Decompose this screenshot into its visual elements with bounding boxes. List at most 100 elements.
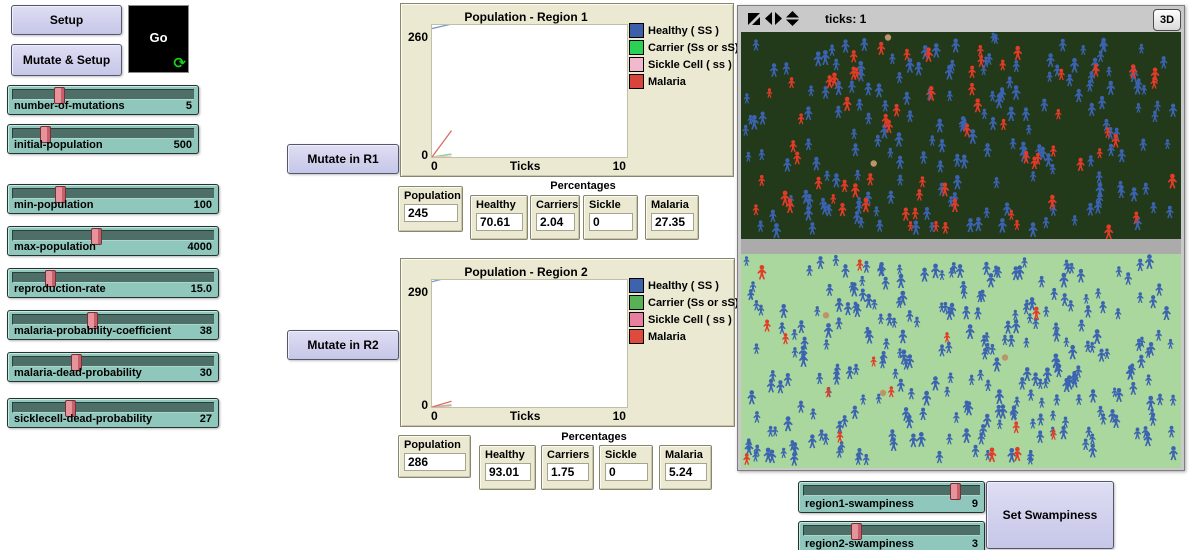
netlogo-interface: Setup Mutate & Setup Go ⟳ number-of-muta…: [0, 0, 1196, 550]
monitor-sickle-r2: Sickle 0: [599, 445, 653, 490]
slider-value: 15.0: [191, 283, 212, 295]
slider-label: malaria-dead-probability: [14, 367, 142, 379]
monitor-carriers-r1: Carriers 2.04: [530, 195, 580, 240]
legend-swatch-healthy: [629, 278, 644, 293]
monitor-population-r1: Population 245: [398, 186, 463, 232]
forever-arrows-icon: ⟳: [173, 54, 186, 72]
slider-malaria-probability-coefficient[interactable]: malaria-probability-coefficient38: [7, 310, 219, 340]
x-axis-min-label: 0: [431, 159, 438, 173]
go-button-label: Go: [129, 30, 188, 45]
slider-track[interactable]: [12, 230, 214, 241]
slider-max-population[interactable]: max-population 4000: [7, 226, 219, 256]
slider-track[interactable]: [12, 188, 214, 199]
monitor-label: Population: [404, 190, 458, 202]
monitor-value: 93.01: [485, 463, 531, 481]
slider-sicklecell-dead-probability[interactable]: sicklecell-dead-probability 27: [7, 398, 219, 428]
setup-button[interactable]: Setup: [11, 5, 122, 35]
slider-value: 4000: [188, 241, 212, 253]
percentages-header-r1: Percentages: [470, 180, 696, 192]
slider-track[interactable]: [803, 525, 980, 536]
legend-label: Healthy ( SS ): [648, 25, 719, 37]
slider-region1-swampiness[interactable]: region1-swampiness9: [798, 481, 985, 513]
slider-label: initial-population: [14, 139, 103, 151]
slider-value: 30: [200, 367, 212, 379]
monitor-value: 5.24: [665, 463, 707, 481]
legend-entry: Carrier (Ss or sS): [629, 294, 738, 311]
y-axis-max-label: 290: [403, 285, 428, 299]
legend-swatch-malaria: [629, 74, 644, 89]
slider-track[interactable]: [12, 356, 214, 367]
legend-entry: Carrier (Ss or sS): [629, 39, 738, 56]
percentages-header-r2: Percentages: [479, 431, 709, 443]
plot-title: Population - Region 1: [411, 10, 641, 24]
slider-value: 27: [200, 413, 212, 425]
legend-swatch-healthy: [629, 23, 644, 38]
slider-track[interactable]: [12, 314, 214, 325]
plot-area: [431, 279, 628, 408]
slider-label: sicklecell-dead-probability: [14, 413, 152, 425]
view-control-strip: ticks: 1 3D: [738, 6, 1184, 31]
monitor-label: Population: [404, 439, 466, 451]
slider-track[interactable]: [12, 89, 194, 100]
slider-label: region2-swampiness: [805, 538, 914, 550]
slider-label: max-population: [14, 241, 96, 253]
legend-entry: Sickle Cell ( ss ): [629, 56, 738, 73]
legend-swatch-sickle: [629, 312, 644, 327]
monitor-label: Healthy: [485, 449, 531, 461]
monitor-value: 0: [589, 213, 633, 231]
monitor-label: Malaria: [651, 199, 694, 211]
world-view: ticks: 1 3D: [737, 5, 1185, 471]
origin-icon[interactable]: [747, 12, 761, 26]
slider-min-population[interactable]: min-population100: [7, 184, 219, 214]
go-button[interactable]: Go ⟳: [128, 5, 189, 73]
legend-swatch-carrier: [629, 40, 644, 55]
slider-reproduction-rate[interactable]: reproduction-rate 15.0: [7, 268, 219, 298]
y-axis-max-label: 260: [403, 30, 428, 44]
legend-swatch-malaria: [629, 329, 644, 344]
slider-value: 38: [200, 325, 212, 337]
plot-legend: Healthy ( SS ) Carrier (Ss or sS) Sickle…: [629, 22, 738, 90]
y-axis-min-label: 0: [403, 148, 428, 162]
slider-track[interactable]: [12, 128, 194, 139]
slider-number-of-mutations[interactable]: number-of-mutations5: [7, 85, 199, 115]
legend-entry: Healthy ( SS ): [629, 277, 738, 294]
plot-legend: Healthy ( SS ) Carrier (Ss or sS) Sickle…: [629, 277, 738, 345]
legend-entry: Malaria: [629, 328, 738, 345]
legend-label: Carrier (Ss or sS): [648, 42, 738, 54]
monitor-label: Sickle: [589, 199, 633, 211]
y-axis-min-label: 0: [403, 398, 428, 412]
horizontal-arrows-icon[interactable]: [765, 12, 782, 25]
monitor-malaria-r2: Malaria 5.24: [659, 445, 712, 490]
monitor-label: Malaria: [665, 449, 707, 461]
slider-value: 5: [186, 100, 192, 112]
legend-entry: Sickle Cell ( ss ): [629, 311, 738, 328]
slider-malaria-dead-probability[interactable]: malaria-dead-probability 30: [7, 352, 219, 382]
slider-track[interactable]: [12, 402, 214, 413]
monitor-carriers-r2: Carriers 1.75: [541, 445, 594, 490]
slider-track[interactable]: [803, 485, 980, 496]
plot-area: [431, 24, 628, 158]
legend-label: Carrier (Ss or sS): [648, 297, 738, 309]
slider-region2-swampiness[interactable]: region2-swampiness3: [798, 521, 985, 550]
x-axis-max-label: 10: [613, 409, 626, 423]
slider-value: 100: [194, 199, 212, 211]
legend-label: Malaria: [648, 76, 686, 88]
slider-track[interactable]: [12, 272, 214, 283]
slider-label: reproduction-rate: [14, 283, 106, 295]
monitor-value: 70.61: [476, 213, 523, 231]
mutate-and-setup-button[interactable]: Mutate & Setup: [11, 44, 122, 76]
set-swampiness-button[interactable]: Set Swampiness: [986, 481, 1114, 549]
view-3d-button[interactable]: 3D: [1153, 9, 1181, 31]
x-axis-max-label: 10: [613, 159, 626, 173]
world-canvas: [741, 32, 1181, 468]
slider-initial-population[interactable]: initial-population500: [7, 124, 199, 154]
x-axis-min-label: 0: [431, 409, 438, 423]
mutate-in-r1-button[interactable]: Mutate in R1: [287, 144, 399, 174]
x-axis-label: Ticks: [510, 159, 540, 173]
mutate-in-r2-button[interactable]: Mutate in R2: [287, 330, 399, 360]
vertical-arrows-icon[interactable]: [786, 11, 799, 26]
monitor-value: 245: [404, 204, 458, 222]
plot-population-region2: Population - Region 2 290 0 0 Ticks 10 H…: [400, 258, 735, 427]
plot-title: Population - Region 2: [411, 265, 641, 279]
monitor-sickle-r1: Sickle 0: [583, 195, 638, 240]
